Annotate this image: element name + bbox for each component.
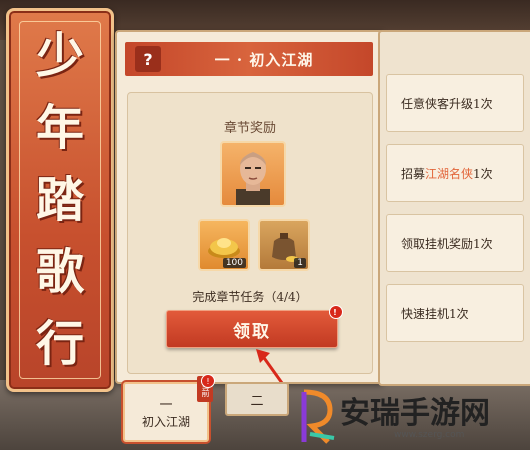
title-char: 行 [35,316,84,372]
watermark-url: www.szerg.com [394,430,465,440]
pointer-arrow-icon [256,349,284,384]
task-label: 招募 [401,166,426,181]
title-char: 少 [35,28,84,84]
reward-count: 100 [222,258,246,268]
chapter-tab-1[interactable]: 一 初入江湖 当前 ! [123,374,215,442]
task-item[interactable]: 招募 江湖名侠 1次 [386,144,524,202]
claim-label: 领取 [233,321,271,342]
hero-portrait[interactable] [220,141,286,207]
task-highlight: 江湖名侠 [425,166,474,181]
reward-item-bag[interactable]: 1 [258,219,310,271]
title-banner: 少 年 踏 歌 行 [6,8,114,392]
title-char: 歌 [35,244,84,300]
reward-item-gold[interactable]: 100 [198,219,250,271]
task-label: 快速挂机1次 [401,306,469,321]
notification-dot: ! [329,305,343,319]
chapter-number: 二 [250,393,264,409]
task-item[interactable]: 快速挂机1次 [386,284,524,342]
chapter-number: 一 [159,398,173,413]
chapter-name: 初入江湖 [141,415,190,429]
reward-label: 章节奖励 [223,121,276,136]
task-list: 任意侠客升级1次 招募 江湖名侠 1次 领取挂机奖励1次 快速挂机1次 [378,30,530,386]
watermark-logo-icon [301,389,335,444]
hero-portrait-icon [236,152,270,205]
chapter-title: 一 · 初入江湖 [214,50,314,69]
chapter-panel: ? 一 · 初入江湖 章节奖励 100 1 完成章节任务（4/4） 领取 ! [115,30,384,384]
title-char: 年 [35,100,84,156]
notification-dot: ! [201,374,215,388]
task-item[interactable]: 领取挂机奖励1次 [386,214,524,272]
title-banner-inner: 少 年 踏 歌 行 [19,21,101,379]
reward-box: 章节奖励 100 1 完成章节任务（4/4） 领取 ! [127,92,373,374]
claim-button[interactable]: 领取 ! [166,305,343,348]
reward-count: 1 [294,258,306,268]
watermark: 安瑞手游网 www.szerg.com [290,382,530,450]
task-progress-text: 完成章节任务（4/4） [192,290,308,304]
chapter-tab-2[interactable]: 二 [225,382,289,416]
title-char: 踏 [35,172,84,228]
watermark-name: 安瑞手游网 [340,396,490,431]
task-label: 领取挂机奖励1次 [401,236,493,251]
chapter-header: ? 一 · 初入江湖 [125,42,373,76]
task-label-suffix: 1次 [473,166,493,181]
task-item[interactable]: 任意侠客升级1次 [386,74,524,132]
help-button[interactable]: ? [135,46,161,72]
task-label: 任意侠客升级1次 [401,96,493,111]
